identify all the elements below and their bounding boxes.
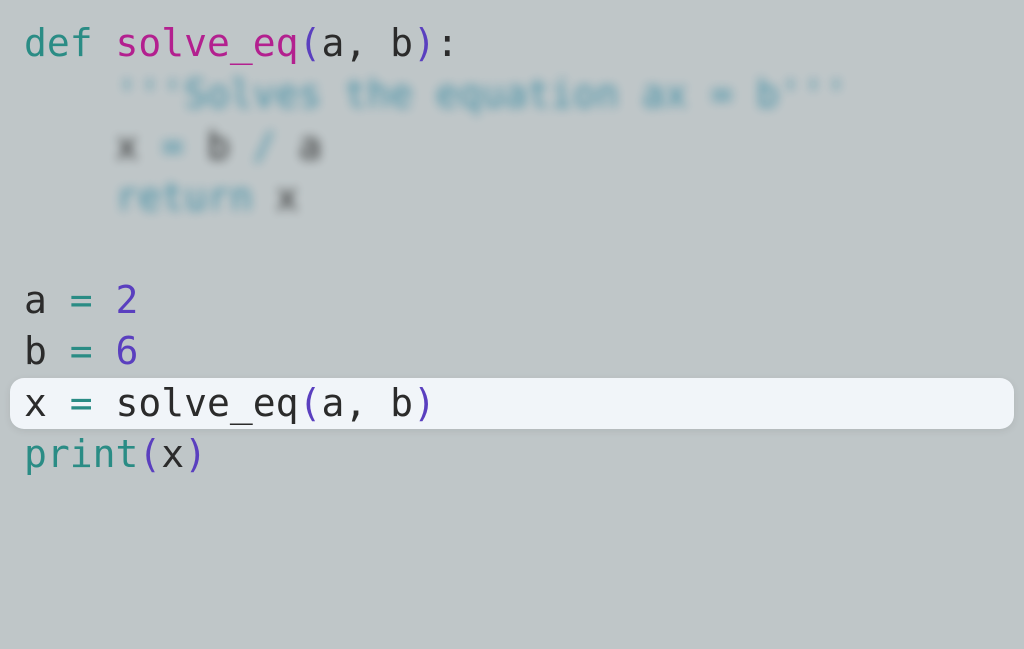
op-equals: = (70, 381, 116, 425)
paren-open: ( (138, 432, 161, 476)
keyword-return: return (116, 175, 276, 219)
colon: : (436, 21, 459, 65)
var-a: a (299, 124, 322, 168)
arg-x: x (161, 432, 184, 476)
op-divide: / (253, 124, 299, 168)
var-b: b (207, 124, 253, 168)
code-line-2[interactable]: '''Solves the equation ax = b''' (0, 69, 1024, 120)
var-b: b (24, 329, 70, 373)
op-equals: = (70, 329, 116, 373)
code-line-9[interactable]: print(x) (0, 429, 1024, 480)
code-line-3[interactable]: x = b / a (0, 121, 1024, 172)
builtin-print: print (24, 432, 138, 476)
number-literal: 2 (116, 278, 139, 322)
paren-open: ( (299, 21, 322, 65)
paren-close: ) (413, 21, 436, 65)
function-call: solve_eq (116, 381, 299, 425)
arg-b: b (390, 381, 413, 425)
code-line-4[interactable]: return x (0, 172, 1024, 223)
var-x: x (116, 124, 162, 168)
comma: , (344, 381, 390, 425)
number-literal: 6 (116, 329, 139, 373)
function-name: solve_eq (116, 21, 299, 65)
keyword-def: def (24, 21, 116, 65)
code-line-8-highlighted[interactable]: x = solve_eq(a, b) (10, 378, 1014, 429)
param-b: b (390, 21, 413, 65)
paren-open: ( (299, 381, 322, 425)
var-x: x (24, 381, 70, 425)
comma: , (344, 21, 390, 65)
var-x: x (276, 175, 299, 219)
var-a: a (24, 278, 70, 322)
code-line-1[interactable]: def solve_eq(a, b): (0, 18, 1024, 69)
arg-a: a (321, 381, 344, 425)
indent (24, 175, 116, 219)
param-a: a (321, 21, 344, 65)
blank-line (0, 223, 1024, 275)
paren-close: ) (413, 381, 436, 425)
indent (24, 124, 116, 168)
op-equals: = (161, 124, 207, 168)
docstring: '''Solves the equation ax = b''' (116, 72, 848, 116)
paren-close: ) (184, 432, 207, 476)
code-line-6[interactable]: a = 2 (0, 275, 1024, 326)
code-line-7[interactable]: b = 6 (0, 326, 1024, 377)
op-equals: = (70, 278, 116, 322)
indent (24, 72, 116, 116)
